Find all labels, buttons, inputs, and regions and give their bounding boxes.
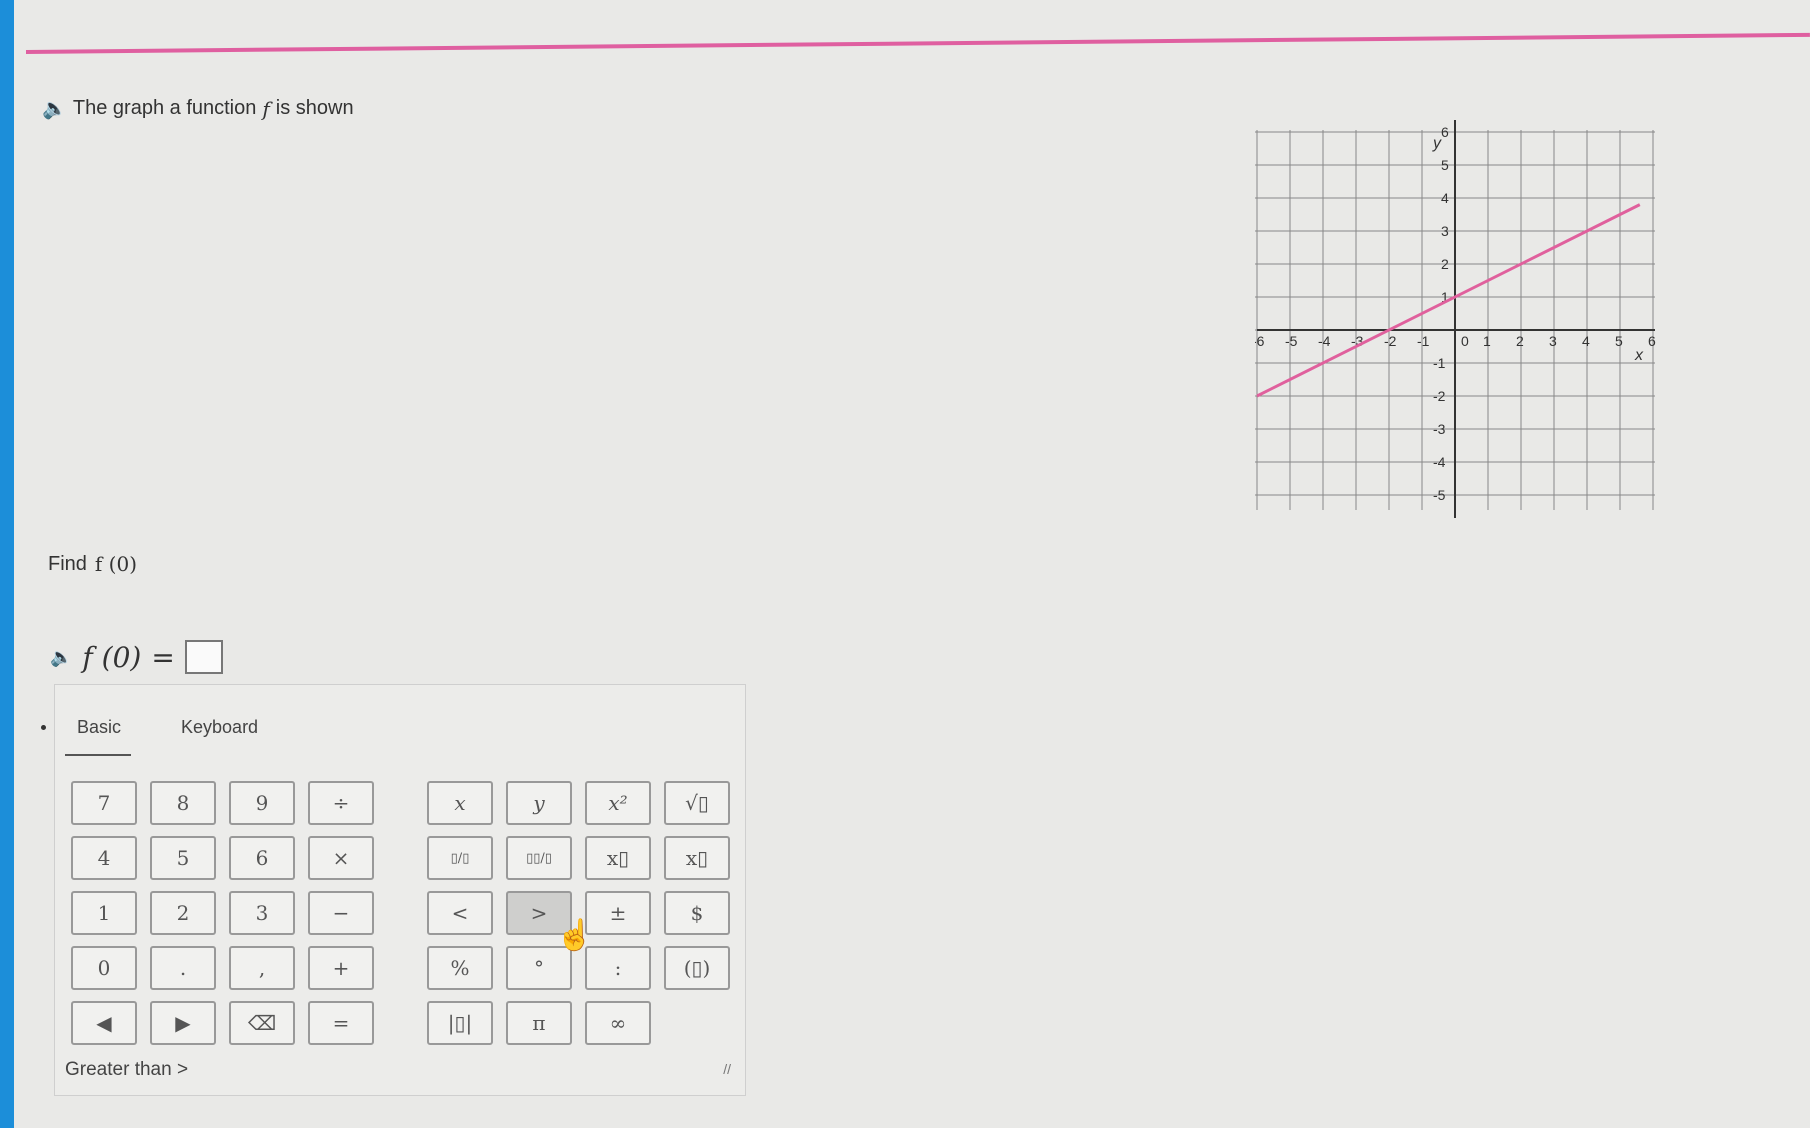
answer-expression: f (0) [82, 640, 142, 674]
key-percent[interactable]: % [427, 946, 493, 990]
key-subscript[interactable]: x▯ [664, 836, 730, 880]
y-tick-label: 6 [1441, 124, 1449, 140]
key-decimal[interactable]: . [150, 946, 216, 990]
key-divide[interactable]: ÷ [308, 781, 374, 825]
top-divider-line [25, 32, 1810, 54]
key-backspace[interactable]: ⌫ [229, 1001, 295, 1045]
key-9[interactable]: 9 [229, 781, 295, 825]
x-tick-label: -2 [1384, 333, 1397, 349]
key-left-arrow[interactable]: ◀ [71, 1001, 137, 1045]
key-comma[interactable]: , [229, 946, 295, 990]
x-tick-label: 1 [1483, 333, 1491, 349]
key-mixed-fraction[interactable]: ▯▯/▯ [506, 836, 572, 880]
key-x-squared[interactable]: x² [585, 781, 651, 825]
resize-handle-icon[interactable]: // [723, 1061, 731, 1077]
key-y[interactable]: y [506, 781, 572, 825]
y-tick-label: -4 [1433, 454, 1446, 470]
y-tick-label: -5 [1433, 487, 1446, 503]
key-8[interactable]: 8 [150, 781, 216, 825]
key-equals[interactable]: = [308, 1001, 374, 1045]
right-arrow-icon: ▶ [175, 1011, 191, 1035]
y-tick-label: 3 [1441, 223, 1449, 239]
key-right-arrow[interactable]: ▶ [150, 1001, 216, 1045]
x-axis-label: x [1634, 347, 1644, 364]
keypad-tabs: Basic Keyboard [65, 717, 268, 756]
key-square-root[interactable]: √▯ [664, 781, 730, 825]
answer-input[interactable] [184, 640, 223, 674]
tab-basic[interactable]: Basic [65, 717, 132, 756]
bullet-dot [41, 725, 46, 730]
x-tick-label: -5 [1285, 333, 1298, 349]
y-tick-label: -2 [1433, 388, 1446, 404]
left-accent-bar [0, 0, 14, 1128]
y-tick-label: -1 [1433, 355, 1446, 371]
key-plus[interactable]: + [308, 946, 374, 990]
x-tick-label: 0 [1461, 333, 1469, 349]
x-tick-label: 4 [1582, 333, 1590, 349]
question-text-before: The graph a function [72, 97, 257, 119]
key-4[interactable]: 4 [71, 836, 137, 880]
y-tick-label: 5 [1441, 157, 1449, 173]
tab-keyboard[interactable]: Keyboard [169, 717, 268, 756]
key-2[interactable]: 2 [150, 891, 216, 935]
function-name: f [262, 96, 270, 121]
question-text-after: is shown [275, 97, 354, 119]
key-pi[interactable]: π [506, 1001, 572, 1045]
key-infinity[interactable]: ∞ [585, 1001, 651, 1045]
backspace-icon: ⌫ [247, 1011, 277, 1035]
find-expression: f (0) [94, 552, 137, 576]
key-x[interactable]: x [427, 781, 493, 825]
key-tooltip-status: Greater than > [65, 1059, 189, 1080]
y-tick-label: 4 [1441, 190, 1449, 206]
key-5[interactable]: 5 [150, 836, 216, 880]
y-axis-label: y [1432, 135, 1442, 152]
question-text: 🔈 The graph a function f is shown [42, 96, 354, 121]
key-7[interactable]: 7 [71, 781, 137, 825]
speaker-icon[interactable]: 🔈 [42, 96, 67, 121]
x-tick-label: -6 [1255, 333, 1265, 349]
x-tick-label: -4 [1318, 333, 1331, 349]
hand-cursor-icon: ☝ [556, 919, 594, 952]
key-exponent[interactable]: x▯ [585, 836, 651, 880]
x-tick-label: 5 [1615, 333, 1623, 349]
equals-sign: = [151, 640, 175, 674]
graph-svg: -6-5-4-3-2-10123456654321-1-2-3-4-5-6yx [1252, 120, 1656, 536]
key-less-than[interactable]: < [427, 891, 493, 935]
key-multiply[interactable]: × [308, 836, 374, 880]
y-tick-label: 2 [1441, 256, 1449, 272]
key-1[interactable]: 1 [71, 891, 137, 935]
key-plus-minus[interactable]: ± [585, 891, 651, 935]
key-0[interactable]: 0 [71, 946, 137, 990]
x-tick-label: 3 [1549, 333, 1557, 349]
fraction-label: ▯/▯ [450, 850, 470, 866]
key-dollar[interactable]: $ [664, 891, 730, 935]
key-absolute-value[interactable]: |▯| [427, 1001, 493, 1045]
speaker-icon[interactable]: 🔈 [50, 647, 72, 668]
x-tick-label: -1 [1417, 333, 1430, 349]
key-minus[interactable]: − [308, 891, 374, 935]
y-tick-label: -3 [1433, 421, 1446, 437]
key-6[interactable]: 6 [229, 836, 295, 880]
x-tick-label: 6 [1648, 333, 1656, 349]
find-prompt: Find f (0) [48, 552, 137, 576]
x-tick-label: 2 [1516, 333, 1524, 349]
function-graph: -6-5-4-3-2-10123456654321-1-2-3-4-5-6yx [1252, 118, 1670, 536]
mixed-fraction-label: ▯▯/▯ [526, 850, 552, 866]
find-label: Find [48, 552, 87, 575]
left-arrow-icon: ◀ [96, 1011, 112, 1035]
answer-row: 🔈 f (0) = [50, 640, 223, 674]
math-keypad: Basic Keyboard 7 8 9 ÷ 4 5 6 × 1 2 3 − 0… [41, 684, 746, 1096]
key-parentheses[interactable]: (▯) [664, 946, 730, 990]
key-fraction[interactable]: ▯/▯ [427, 836, 493, 880]
key-colon[interactable]: : [585, 946, 651, 990]
key-3[interactable]: 3 [229, 891, 295, 935]
